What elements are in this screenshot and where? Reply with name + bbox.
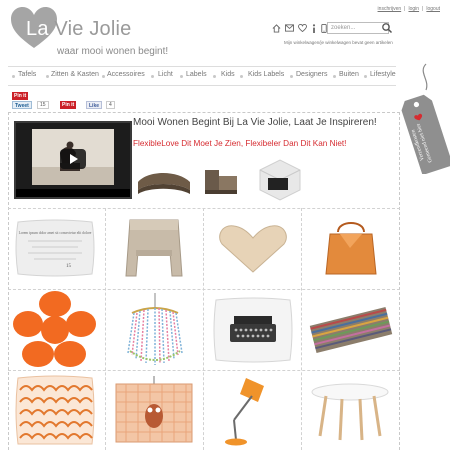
site-title-la: La bbox=[26, 18, 49, 40]
register-link[interactable]: inschrijven bbox=[378, 6, 402, 12]
tweet-count: 15 bbox=[37, 101, 49, 109]
like-count: 4 bbox=[106, 101, 115, 109]
nav-bullet bbox=[46, 75, 49, 78]
flexible-love-white-sofa-image[interactable] bbox=[252, 152, 308, 208]
nav-bullet bbox=[151, 75, 154, 78]
grid-divider bbox=[8, 208, 400, 209]
heart-cutting-board-image[interactable] bbox=[212, 220, 294, 278]
site-tagline: waar mooi wonen begint! bbox=[57, 46, 169, 57]
main-nav: Tafels Zitten & Kasten Accessoires Licht… bbox=[8, 66, 396, 86]
top-links: inschrijven | login | logout bbox=[377, 6, 440, 12]
feature-headline: Mooi Wonen Begint Bij La Vie Jolie, Laat… bbox=[133, 117, 377, 128]
pillow-text: Lorem ipsum dolor amet sit consectetur e… bbox=[19, 231, 92, 235]
text-pillow-image[interactable]: Lorem ipsum dolor amet sit consectetur e… bbox=[12, 216, 98, 280]
search-input[interactable]: zoeken... bbox=[327, 22, 389, 34]
flexible-love-bench-image[interactable] bbox=[134, 156, 194, 204]
white-round-side-table-image[interactable] bbox=[306, 380, 394, 444]
info-icon[interactable] bbox=[311, 23, 317, 33]
nav-item-licht[interactable]: Licht bbox=[158, 71, 173, 78]
nav-bullet bbox=[364, 75, 367, 78]
pillow-number: 15 bbox=[66, 264, 72, 269]
nav-bullet bbox=[213, 75, 216, 78]
nav-item-lifestyle[interactable]: Lifestyle bbox=[370, 71, 396, 78]
logout-link[interactable]: logout bbox=[426, 6, 440, 12]
site-title: La Vie Jolie bbox=[26, 18, 131, 41]
pinit-button-top[interactable]: Pin it bbox=[12, 92, 29, 100]
heart-icon[interactable] bbox=[298, 24, 307, 32]
pinit-button[interactable]: Pin it bbox=[60, 101, 77, 109]
login-link[interactable]: login bbox=[408, 6, 419, 12]
beaded-chandelier-image[interactable] bbox=[110, 293, 200, 369]
nav-bullet bbox=[333, 75, 336, 78]
nav-item-accessoires[interactable]: Accessoires bbox=[107, 71, 145, 78]
search-icon[interactable] bbox=[381, 22, 393, 34]
owl-pendant-lamp-image[interactable] bbox=[108, 376, 200, 446]
video-player[interactable] bbox=[14, 121, 132, 199]
mail-icon[interactable] bbox=[285, 24, 294, 32]
nav-bullet bbox=[240, 75, 243, 78]
shipping-tag[interactable]: Verzendkosten Gemeend niet hier bbox=[396, 62, 450, 174]
orange-flower-rug-image[interactable] bbox=[10, 290, 100, 370]
play-icon[interactable] bbox=[60, 149, 86, 169]
cart-status[interactable]: Mijn winkelwagen/je winkelwagen bevat ge… bbox=[284, 40, 393, 45]
grid-divider bbox=[203, 208, 204, 450]
nav-item-labels[interactable]: Labels bbox=[186, 71, 207, 78]
nav-item-tafels[interactable]: Tafels bbox=[18, 71, 36, 78]
grid-divider bbox=[105, 208, 106, 450]
nav-item-buiten[interactable]: Buiten bbox=[339, 71, 359, 78]
nav-item-zitten-kasten[interactable]: Zitten & Kasten bbox=[51, 71, 99, 78]
nav-bullet bbox=[180, 75, 183, 78]
wooden-step-stool-image[interactable] bbox=[112, 214, 196, 282]
nav-bullet bbox=[290, 75, 293, 78]
orange-leather-bag-image[interactable] bbox=[310, 214, 392, 282]
nav-item-kids[interactable]: Kids bbox=[221, 71, 235, 78]
typewriter-pillow-image[interactable] bbox=[210, 294, 296, 366]
flexible-love-chair-image[interactable] bbox=[197, 160, 247, 202]
tweet-button[interactable]: Tweet bbox=[12, 101, 32, 109]
nav-bullet bbox=[102, 75, 105, 78]
nav-item-designers[interactable]: Designers bbox=[296, 71, 328, 78]
nav-item-kids-labels[interactable]: Kids Labels bbox=[248, 71, 284, 78]
orange-desk-lamp-image[interactable] bbox=[206, 372, 296, 448]
home-icon[interactable] bbox=[272, 23, 281, 33]
grid-divider bbox=[8, 370, 400, 371]
facebook-like-button[interactable]: Like bbox=[86, 101, 103, 109]
striped-rag-rug-image[interactable] bbox=[306, 304, 396, 356]
site-title-name: Vie Jolie bbox=[54, 18, 132, 40]
orange-scallop-pillow-image[interactable] bbox=[12, 374, 98, 446]
nav-bullet bbox=[12, 75, 15, 78]
grid-divider bbox=[301, 208, 302, 450]
feature-tagline[interactable]: FlexibleLove Dit Moet Je Zien, Flexibele… bbox=[133, 139, 346, 148]
logo[interactable]: La Vie Jolie waar mooi wonen begint! bbox=[10, 6, 170, 58]
